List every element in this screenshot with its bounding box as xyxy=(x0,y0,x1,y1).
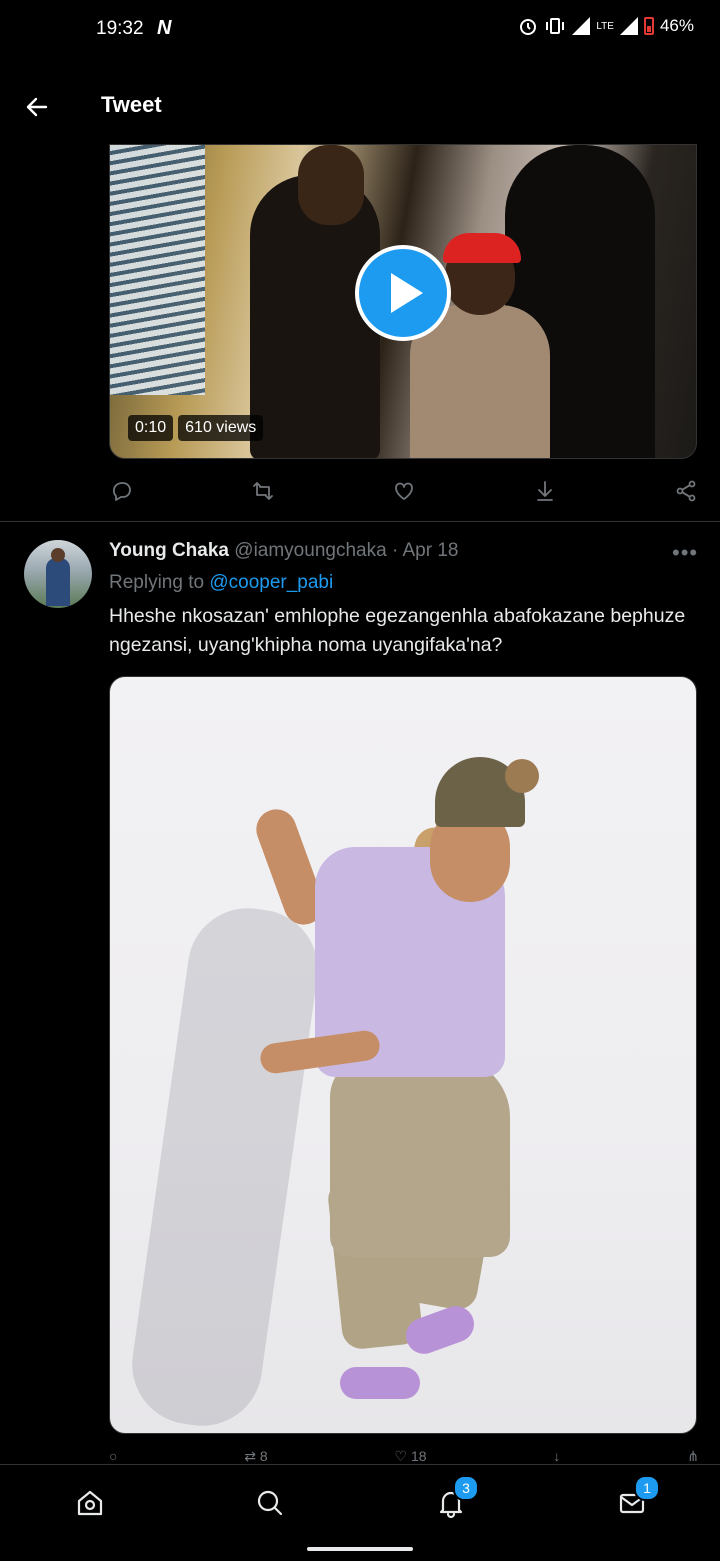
tweet-text: Hheshe nkosazan' emhlophe egezangenhla a… xyxy=(109,605,686,656)
reply-button[interactable]: ○ xyxy=(109,1448,117,1464)
video-figure xyxy=(298,145,364,225)
download-button[interactable] xyxy=(532,478,558,504)
more-icon: ••• xyxy=(672,540,699,565)
play-icon xyxy=(391,273,423,313)
tweet-actions-partial: ○ ⇄ 8 ♡ 18 ↓ ⋔ xyxy=(109,1448,699,1464)
tweet-actions xyxy=(109,476,699,506)
tweet-date[interactable]: Apr 18 xyxy=(403,540,459,561)
avatar-figure xyxy=(51,548,65,562)
home-icon xyxy=(77,1490,103,1516)
signal-icon-2 xyxy=(619,17,638,35)
like-button[interactable] xyxy=(391,478,417,504)
more-button[interactable]: ••• xyxy=(672,540,698,566)
tweet-meta: Young Chaka @iamyoungchaka · Apr 18 xyxy=(109,540,458,562)
reply-button[interactable] xyxy=(109,478,135,504)
photo-figure xyxy=(505,759,539,793)
carrier-logo: N xyxy=(157,17,172,39)
retweet-icon xyxy=(253,482,273,500)
like-icon xyxy=(395,482,413,500)
status-bar: 19:32 N LTE 46% xyxy=(0,0,720,60)
back-button[interactable] xyxy=(24,94,50,120)
divider xyxy=(0,521,720,522)
photo-figure xyxy=(340,1367,420,1399)
messages-badge: 1 xyxy=(634,1475,660,1501)
video-thumbnail-blinds xyxy=(110,145,205,395)
arrow-left-icon xyxy=(26,97,48,117)
share-button[interactable]: ⋔ xyxy=(687,1448,699,1464)
video-duration: 0:10 xyxy=(128,415,174,441)
battery-low-icon xyxy=(643,17,654,35)
avatar[interactable] xyxy=(24,540,92,608)
replying-to: Replying to @cooper_pabi xyxy=(109,572,333,594)
replying-prefix: Replying to xyxy=(109,572,205,593)
network-type: LTE xyxy=(596,20,614,32)
top-bar: Tweet xyxy=(0,70,720,144)
page-title: Tweet xyxy=(101,92,162,117)
status-icons: LTE 46% xyxy=(518,16,694,36)
like-button[interactable]: ♡ 18 xyxy=(395,1448,427,1464)
signal-icon xyxy=(572,17,591,35)
share-icon xyxy=(676,480,696,502)
retweet-count: 8 xyxy=(259,1448,268,1464)
video-figure xyxy=(443,233,521,263)
reply-icon xyxy=(113,482,131,501)
nav-notifications[interactable]: 3 xyxy=(431,1475,479,1523)
nav-messages[interactable]: 1 xyxy=(612,1475,660,1523)
retweet-button[interactable]: ⇄ 8 xyxy=(244,1448,267,1464)
video-badges: 0:10 610 views xyxy=(128,415,264,441)
home-indicator xyxy=(307,1547,413,1551)
author-handle[interactable]: @iamyoungchaka xyxy=(234,540,386,561)
alarm-icon xyxy=(520,19,537,35)
tweet-photo[interactable] xyxy=(109,676,697,1434)
nav-home[interactable] xyxy=(70,1483,110,1523)
download-icon xyxy=(537,481,553,501)
video-views: 610 views xyxy=(178,415,264,441)
vibrate-icon xyxy=(546,18,565,34)
battery-level: 46% xyxy=(659,16,694,35)
play-button[interactable] xyxy=(355,245,451,341)
author-name[interactable]: Young Chaka xyxy=(109,540,229,561)
download-button[interactable]: ↓ xyxy=(553,1448,560,1464)
status-time: 19:32 xyxy=(96,18,144,39)
tweet-video[interactable]: 0:10 610 views xyxy=(109,144,697,459)
meta-separator: · xyxy=(391,540,399,561)
like-count: 18 xyxy=(411,1448,427,1464)
share-button[interactable] xyxy=(673,478,699,504)
notifications-badge: 3 xyxy=(453,1475,479,1501)
photo-shadow xyxy=(124,900,326,1433)
mention-link[interactable]: @cooper_pabi xyxy=(209,572,333,593)
search-icon xyxy=(257,1490,283,1516)
retweet-button[interactable] xyxy=(250,478,276,504)
avatar-figure xyxy=(46,558,70,606)
nav-search[interactable] xyxy=(250,1483,290,1523)
photo-figure xyxy=(330,1057,510,1257)
